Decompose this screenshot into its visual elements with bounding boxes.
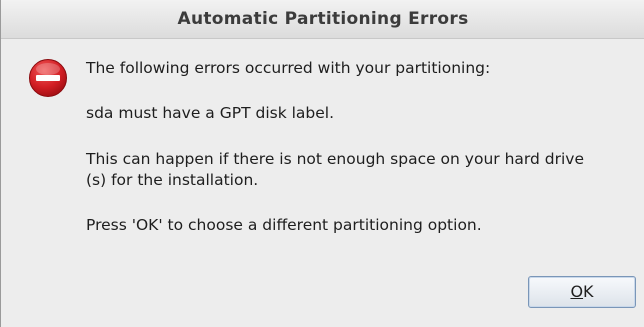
error-icon <box>29 59 67 97</box>
error-intro-text: The following errors occurred with your … <box>86 59 491 77</box>
ok-button-mnemonic: O <box>570 282 584 301</box>
ok-button-label: K <box>583 282 594 301</box>
error-explanation-text: This can happen if there is not enough s… <box>86 150 584 168</box>
error-explanation-text-cont: (s) for the installation. <box>86 171 259 189</box>
error-detail-text: sda must have a GPT disk label. <box>86 104 335 122</box>
dialog-content: The following errors occurred with your … <box>1 39 644 327</box>
error-dialog: Automatic Partitioning Errors The follow… <box>0 0 644 327</box>
title-bar[interactable]: Automatic Partitioning Errors <box>1 0 644 39</box>
instruction-text: Press 'OK' to choose a different partiti… <box>86 216 482 234</box>
ok-button[interactable]: OK <box>528 276 636 308</box>
dialog-title: Automatic Partitioning Errors <box>177 9 469 29</box>
